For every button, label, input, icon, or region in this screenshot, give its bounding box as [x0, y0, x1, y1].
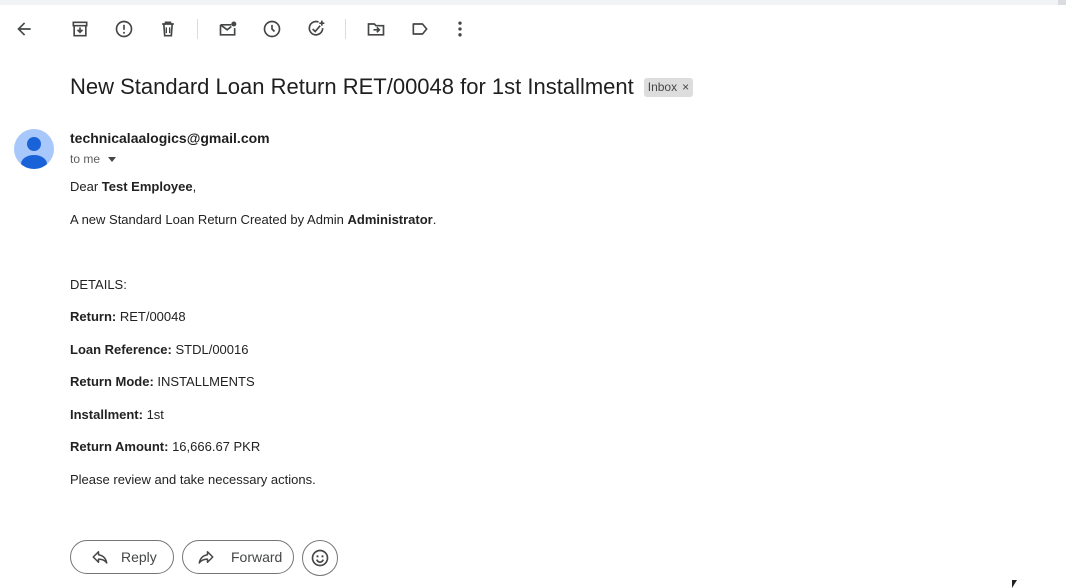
- intro-prefix: A new Standard Loan Return Created by Ad…: [70, 212, 348, 227]
- reply-button[interactable]: Reply: [70, 540, 174, 574]
- back-button[interactable]: [9, 14, 39, 44]
- mark-unread-button[interactable]: [213, 14, 243, 44]
- intro-suffix: .: [432, 212, 437, 227]
- smiley-icon: [311, 549, 329, 567]
- greeting-line: Dear Test Employee,: [70, 179, 196, 194]
- top-scroll-strip: [0, 0, 1066, 5]
- move-to-button[interactable]: [361, 14, 391, 44]
- detail-label: Return Mode:: [70, 374, 154, 389]
- detail-label: Loan Reference:: [70, 342, 172, 357]
- sender-email[interactable]: technicalaalogics@gmail.com: [70, 130, 270, 146]
- greeting-suffix: ,: [192, 179, 197, 194]
- forward-label: Forward: [231, 549, 283, 565]
- mouse-cursor-icon: [1012, 580, 1017, 588]
- detail-row-loan-reference: Loan Reference: STDL/00016: [70, 342, 248, 357]
- intro-name: Administrator: [347, 212, 433, 227]
- detail-label: Return Amount:: [70, 439, 169, 454]
- default-avatar-icon: [21, 137, 47, 169]
- move-to-icon: [367, 23, 385, 36]
- label-button[interactable]: [405, 14, 435, 44]
- label-chip-text: Inbox: [647, 80, 678, 94]
- report-spam-icon: [115, 20, 133, 38]
- inbox-label-chip[interactable]: Inbox ×: [643, 77, 694, 97]
- toolbar-divider: [345, 19, 346, 39]
- emoji-reaction-button[interactable]: [302, 540, 338, 576]
- back-arrow-icon: [17, 22, 31, 36]
- detail-row-installment: Installment: 1st: [70, 407, 164, 422]
- subject-row: New Standard Loan Return RET/00048 for 1…: [70, 73, 694, 101]
- details-heading: DETAILS:: [70, 277, 127, 292]
- more-vert-icon: [458, 21, 462, 37]
- avatar[interactable]: [14, 129, 54, 169]
- forward-button[interactable]: Forward: [182, 540, 294, 574]
- remove-label-icon[interactable]: ×: [682, 80, 689, 94]
- add-to-tasks-icon: [308, 20, 325, 36]
- delete-icon: [162, 21, 174, 37]
- more-options-button[interactable]: [445, 14, 475, 44]
- reply-icon: [92, 551, 108, 564]
- recipient-summary[interactable]: to me: [70, 152, 117, 166]
- detail-value: RET/00048: [116, 309, 186, 324]
- detail-row-return-mode: Return Mode: INSTALLMENTS: [70, 374, 255, 389]
- snooze-icon: [263, 20, 281, 38]
- email-subject: New Standard Loan Return RET/00048 for 1…: [70, 74, 634, 99]
- report-spam-button[interactable]: [109, 14, 139, 44]
- detail-label: Return:: [70, 309, 117, 324]
- add-to-tasks-button[interactable]: [301, 14, 331, 44]
- intro-line: A new Standard Loan Return Created by Ad…: [70, 212, 436, 227]
- closing-line: Please review and take necessary actions…: [70, 472, 316, 487]
- toolbar-divider: [197, 19, 198, 39]
- label-icon: [412, 23, 428, 35]
- reply-label: Reply: [121, 549, 157, 565]
- detail-row-return-amount: Return Amount: 16,666.67 PKR: [70, 439, 260, 454]
- archive-icon: [72, 21, 88, 37]
- archive-button[interactable]: [65, 14, 95, 44]
- mark-unread-icon: [219, 21, 237, 36]
- delete-button[interactable]: [153, 14, 183, 44]
- recipient-text: to me: [70, 152, 101, 166]
- detail-value: INSTALLMENTS: [153, 374, 255, 389]
- chevron-down-icon[interactable]: [108, 156, 117, 162]
- greeting-name: Test Employee: [101, 179, 193, 194]
- email-toolbar: [0, 14, 1066, 44]
- detail-label: Installment:: [70, 407, 143, 422]
- detail-value: 1st: [142, 407, 164, 422]
- detail-value: 16,666.67 PKR: [168, 439, 261, 454]
- snooze-button[interactable]: [257, 14, 287, 44]
- detail-value: STDL/00016: [171, 342, 249, 357]
- forward-icon: [198, 551, 214, 564]
- greeting-prefix: Dear: [70, 179, 102, 194]
- detail-row-return: Return: RET/00048: [70, 309, 186, 324]
